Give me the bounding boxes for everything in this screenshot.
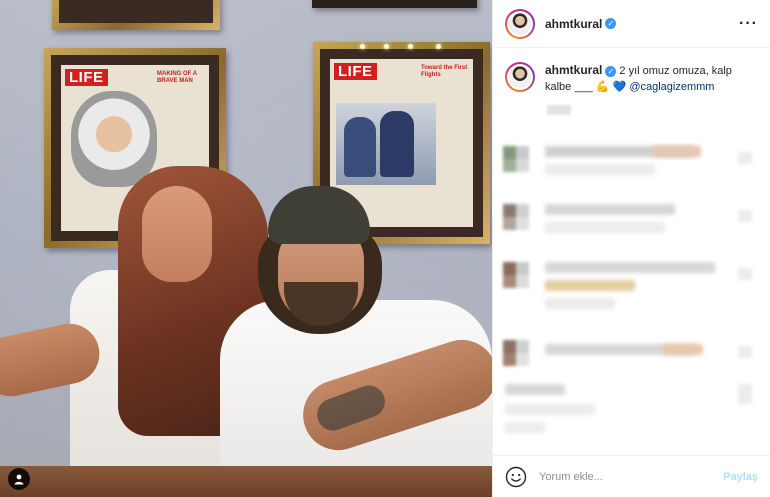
blurred-comment	[503, 256, 758, 309]
verified-badge-icon: ✓	[605, 65, 617, 77]
post-side-panel: ahmtkural ✓ ··· ahmtkural ✓ 2 yıl omuz om…	[492, 0, 770, 497]
blurred-like-icon	[738, 152, 752, 164]
blurred-timestamp	[547, 105, 571, 115]
avatar-image	[509, 66, 531, 88]
caption-username[interactable]: ahmtkural	[545, 63, 602, 77]
picture-frame-top-right	[312, 0, 477, 8]
blurred-comment	[503, 334, 758, 380]
picture-frame-top-left	[52, 0, 220, 30]
share-button[interactable]: Paylaş	[723, 471, 758, 483]
blurred-comment-text	[545, 164, 655, 175]
astronaut-portrait	[71, 91, 157, 187]
blurred-like-icon	[738, 268, 752, 280]
avatar[interactable]	[505, 8, 535, 39]
blurred-comment-text	[545, 204, 675, 215]
comment-bar: Paylaş	[493, 455, 770, 497]
wall-lamp	[384, 44, 389, 49]
blurred-like-icon	[738, 346, 752, 358]
blurred-comment-text	[545, 280, 635, 291]
blurred-comment-text	[505, 404, 595, 415]
blurred-comment-avatar	[503, 146, 529, 172]
blurred-comment	[503, 140, 758, 186]
avatar-image	[509, 12, 531, 35]
blurred-comment-text	[653, 146, 701, 157]
caption: ahmtkural ✓ 2 yıl omuz omuza, kalp kalbe …	[493, 48, 770, 95]
blurred-comment-avatar	[503, 340, 529, 366]
magazine-logo: LIFE	[65, 69, 108, 86]
cover-person	[380, 111, 414, 177]
blue-heart-emoji-icon: 💙	[612, 81, 627, 93]
blurred-comment-text	[663, 344, 703, 355]
blurred-comment	[503, 380, 758, 433]
wall-lamp	[360, 44, 365, 49]
wall-lamp	[408, 44, 413, 49]
blurred-like-icon	[738, 210, 752, 222]
blurred-comment-avatar	[503, 262, 529, 288]
post-photo[interactable]: LIFE MAKING OF A BRAVE MAN LIFE Toward t…	[0, 0, 492, 497]
wall-lamp	[436, 44, 441, 49]
cover-headline: MAKING OF A BRAVE MAN	[157, 71, 197, 84]
muscle-emoji-icon: 💪	[595, 81, 610, 93]
caption-text: ahmtkural ✓ 2 yıl omuz omuza, kalp kalbe …	[545, 62, 758, 95]
post-header: ahmtkural ✓ ···	[493, 0, 770, 48]
cover-headline: Toward the First Flights	[421, 65, 468, 78]
blurred-comment-text	[545, 262, 715, 273]
header-username[interactable]: ahmtkural	[545, 17, 602, 31]
cover-person	[344, 117, 376, 177]
blurred-comment	[503, 198, 758, 244]
blurred-comment-text	[505, 384, 565, 395]
blurred-comment-text	[545, 222, 665, 233]
emoji-icon[interactable]	[505, 466, 527, 488]
blurred-like-icon	[738, 384, 752, 404]
blurred-comment-text	[545, 298, 615, 309]
blurred-comment-avatar	[503, 204, 529, 230]
woman-face	[142, 186, 212, 282]
blurred-comment-text	[505, 422, 545, 433]
caption-mention-link[interactable]: @caglagizemmm	[629, 81, 714, 93]
comment-input[interactable]	[539, 470, 724, 483]
verified-badge-icon: ✓	[605, 18, 617, 29]
magazine-logo: LIFE	[334, 63, 377, 80]
avatar[interactable]	[505, 62, 535, 92]
user-tag-icon[interactable]	[8, 468, 30, 490]
more-options-icon[interactable]: ···	[739, 15, 758, 33]
instagram-post: LIFE MAKING OF A BRAVE MAN LIFE Toward t…	[0, 0, 770, 497]
wooden-table	[0, 466, 492, 497]
